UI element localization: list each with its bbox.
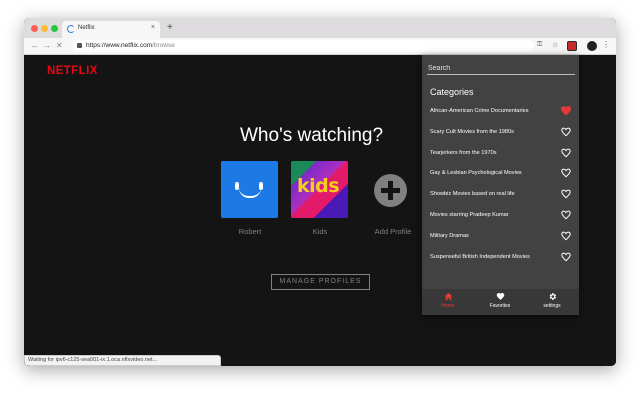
forward-arrow-icon[interactable]: → <box>43 41 51 50</box>
profile-name: Robert <box>238 227 262 236</box>
tab-close-icon[interactable]: × <box>151 24 155 31</box>
category-item[interactable]: Scary Cult Movies from the 1980s <box>422 124 579 145</box>
gear-icon <box>549 293 556 300</box>
category-item[interactable]: Showbiz Movies based on real life <box>422 186 579 207</box>
heart-outline-icon[interactable] <box>560 188 572 200</box>
heart-outline-icon[interactable] <box>560 209 572 221</box>
category-item[interactable]: Movies starring Pradeep Kumar <box>422 207 579 228</box>
status-text: Waiting for ipv6-c125-sea001-ix.1.oca.nf… <box>28 357 158 363</box>
categories-heading: Categories <box>430 87 474 97</box>
heart-outline-icon[interactable] <box>560 167 572 179</box>
search-input[interactable] <box>427 63 575 75</box>
back-arrow-icon[interactable]: ← <box>31 41 39 50</box>
profile-kids[interactable]: kids Kids <box>291 161 349 236</box>
status-bar: Waiting for ipv6-c125-sea001-ix.1.oca.nf… <box>24 355 221 366</box>
category-item[interactable]: Suspenseful British Independent Movies <box>422 249 579 270</box>
nav-home[interactable]: Home <box>428 292 468 309</box>
profile-name: Add Profile <box>374 227 412 236</box>
key-icon[interactable]: ⚿ <box>537 41 542 49</box>
manage-profiles-button[interactable]: MANAGE PROFILES <box>271 274 370 290</box>
stop-loading-icon[interactable]: ✕ <box>56 41 63 50</box>
category-label[interactable]: Gay & Lesbian Psychological Movies <box>430 170 522 176</box>
loading-spinner-icon <box>67 25 75 33</box>
category-item[interactable]: Gay & Lesbian Psychological Movies <box>422 165 579 186</box>
new-tab-button[interactable]: + <box>167 22 173 34</box>
nav-settings-label: settings <box>543 303 561 309</box>
category-label[interactable]: African-American Crime Documentaries <box>430 108 529 114</box>
home-icon <box>443 292 453 301</box>
bookmark-star-icon[interactable]: ☆ <box>552 41 558 49</box>
nav-home-label: Home <box>441 303 455 309</box>
browser-tab[interactable]: Netflix × <box>62 21 160 38</box>
address-bar[interactable]: https://www.netflix.com/browse <box>72 40 534 52</box>
heart-outline-icon[interactable] <box>560 230 572 242</box>
category-label[interactable]: Showbiz Movies based on real life <box>430 191 515 197</box>
tab-title: Netflix <box>78 25 95 31</box>
add-profile-button[interactable] <box>364 161 421 218</box>
close-window-button[interactable] <box>31 25 38 32</box>
heart-outline-icon[interactable] <box>560 147 572 159</box>
heart-icon <box>496 292 504 300</box>
plus-circle-icon <box>374 174 407 207</box>
nav-settings[interactable]: settings <box>532 292 572 309</box>
category-label[interactable]: Movies starring Pradeep Kumar <box>430 212 509 218</box>
extension-icon[interactable] <box>567 41 577 51</box>
category-label[interactable]: Tearjerkers from the 1970s <box>430 150 497 156</box>
category-item[interactable]: Tearjerkers from the 1970s <box>422 145 579 166</box>
netflix-page: NETFLIX Who's watching? Robert kids Kids… <box>24 55 616 366</box>
heart-filled-icon[interactable] <box>560 105 572 117</box>
category-list: African-American Crime Documentaries Scar… <box>422 103 579 269</box>
category-item[interactable]: African-American Crime Documentaries <box>422 103 579 124</box>
bottom-navigation: Home Favorites settings <box>422 289 579 315</box>
avatar-smile <box>239 188 261 198</box>
category-label[interactable]: Military Dramas <box>430 233 469 239</box>
tab-bar: Netflix × + <box>24 18 616 38</box>
heart-outline-icon[interactable] <box>560 126 572 138</box>
maximize-window-button[interactable] <box>51 25 58 32</box>
kids-avatar[interactable]: kids <box>291 161 348 218</box>
url-text[interactable]: https://www.netflix.com/browse <box>86 42 175 49</box>
minimize-window-button[interactable] <box>41 25 48 32</box>
robert-avatar[interactable] <box>221 161 278 218</box>
browser-profile-icon[interactable] <box>587 41 597 51</box>
profile-name: Kids <box>312 227 328 236</box>
browser-window: Netflix × + ← → ✕ https://www.netflix.co… <box>24 18 616 366</box>
page-title: Who's watching? <box>240 125 384 146</box>
nav-favorites[interactable]: Favorites <box>480 292 520 309</box>
lock-icon <box>77 43 82 48</box>
heart-outline-icon[interactable] <box>560 251 572 263</box>
url-host: https://www.netflix.com <box>86 42 153 49</box>
category-label[interactable]: Suspenseful British Independent Movies <box>430 254 530 260</box>
more-menu-icon[interactable]: ⋮ <box>602 40 610 49</box>
add-profile[interactable]: Add Profile <box>364 161 422 236</box>
url-path: /browse <box>152 42 175 49</box>
category-label[interactable]: Scary Cult Movies from the 1980s <box>430 129 514 135</box>
category-item[interactable]: Military Dramas <box>422 228 579 249</box>
kids-avatar-text: kids <box>297 175 340 197</box>
browser-toolbar: ← → ✕ https://www.netflix.com/browse ⚿ ☆… <box>24 38 616 55</box>
netflix-logo[interactable]: NETFLIX <box>47 63 98 77</box>
extension-popup: Categories African-American Crime Docume… <box>422 55 579 315</box>
profile-robert[interactable]: Robert <box>221 161 279 236</box>
nav-favorites-label: Favorites <box>489 303 511 309</box>
